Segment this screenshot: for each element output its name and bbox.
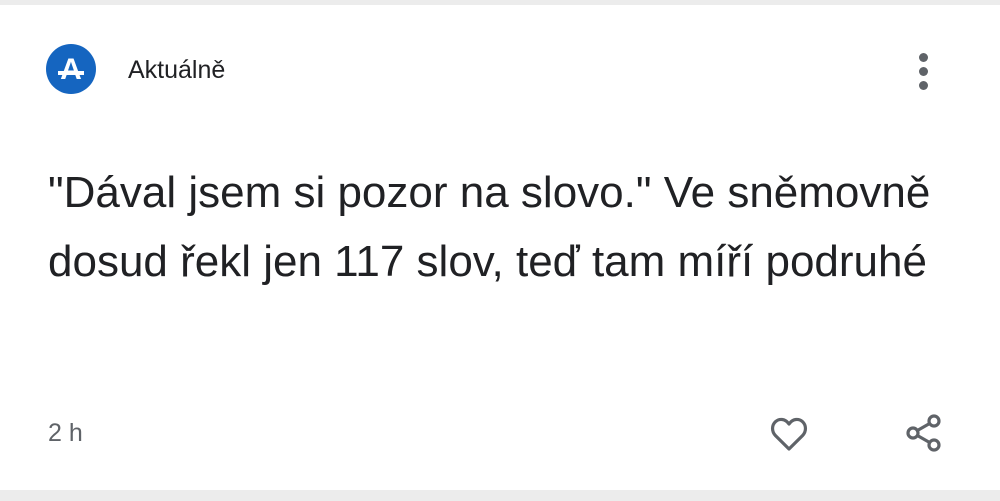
- article-headline[interactable]: "Dával jsem si pozor na slovo." Ve sněmo…: [48, 158, 948, 296]
- heart-outline-icon: [770, 417, 808, 451]
- logo-letter: A: [60, 53, 82, 86]
- share-icon: [906, 414, 941, 452]
- like-button[interactable]: [765, 409, 813, 457]
- news-card[interactable]: A Aktuálně "Dával jsem si pozor na slovo…: [0, 5, 1000, 490]
- share-button[interactable]: [900, 409, 948, 457]
- source-name[interactable]: Aktuálně: [128, 55, 225, 85]
- timestamp: 2 h: [48, 419, 83, 447]
- bottom-divider: [0, 490, 1000, 501]
- more-options-button[interactable]: [904, 47, 944, 95]
- source-logo-icon[interactable]: A: [46, 44, 96, 94]
